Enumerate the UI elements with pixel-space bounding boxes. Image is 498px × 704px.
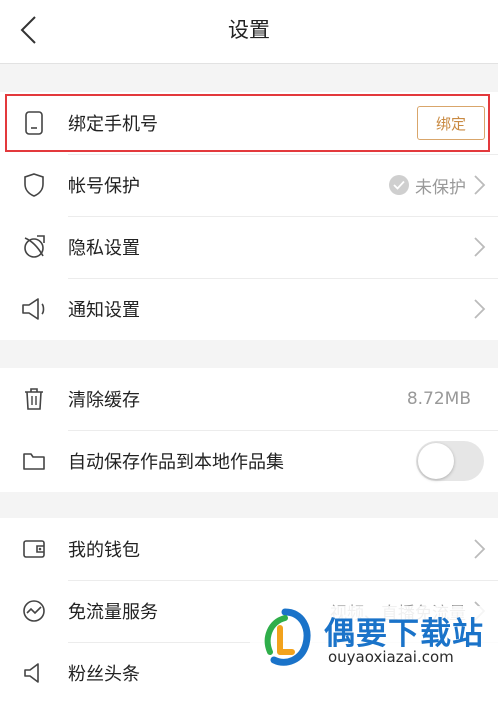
row-label: 免流量服务 [68, 602, 158, 623]
row-label: 粉丝头条 [68, 664, 140, 685]
speaker-icon [19, 294, 49, 324]
check-circle-icon [389, 175, 409, 195]
traffic-icon [19, 596, 49, 626]
protection-status: 未保护 [415, 177, 466, 198]
row-label: 隐私设置 [68, 238, 140, 259]
row-account-protection[interactable]: 帐号保护 未保护 [0, 154, 498, 216]
wallet-icon [19, 534, 49, 564]
settings-group-storage: 清除缓存 8.72MB 自动保存作品到本地作品集 [0, 368, 498, 492]
phone-icon [19, 108, 49, 138]
settings-group-account: 绑定手机号 绑定 帐号保护 未保护 隐私设置 通知设置 [0, 92, 498, 340]
row-fans-headline[interactable]: 粉丝头条 [0, 642, 498, 704]
row-label: 自动保存作品到本地作品集 [68, 452, 284, 473]
privacy-icon [19, 232, 49, 262]
row-label: 清除缓存 [68, 390, 140, 411]
row-bind-phone[interactable]: 绑定手机号 绑定 [0, 92, 498, 154]
row-wallet[interactable]: 我的钱包 [0, 518, 498, 580]
folder-icon [19, 446, 49, 476]
row-label: 通知设置 [68, 300, 140, 321]
chevron-right-icon [474, 299, 486, 319]
row-label: 我的钱包 [68, 540, 140, 561]
shield-icon [19, 170, 49, 200]
settings-group-services: 我的钱包 免流量服务 视频、直播免流量 粉丝头条 [0, 518, 498, 704]
row-label: 绑定手机号 [68, 114, 158, 135]
chevron-right-icon [474, 175, 486, 195]
bind-phone-button[interactable]: 绑定 [417, 106, 485, 140]
trash-icon [19, 384, 49, 414]
chevron-right-icon [474, 237, 486, 257]
toggle-knob [418, 443, 454, 479]
auto-save-toggle[interactable] [416, 441, 484, 481]
row-privacy-settings[interactable]: 隐私设置 [0, 216, 498, 278]
row-free-traffic[interactable]: 免流量服务 视频、直播免流量 [0, 580, 498, 642]
row-auto-save[interactable]: 自动保存作品到本地作品集 [0, 430, 498, 492]
chevron-right-icon [474, 601, 486, 621]
back-button[interactable] [10, 10, 46, 50]
page-title: 设置 [228, 18, 270, 42]
row-clear-cache[interactable]: 清除缓存 8.72MB [0, 368, 498, 430]
cache-size: 8.72MB [406, 389, 471, 409]
chevron-right-icon [474, 539, 486, 559]
row-notification-settings[interactable]: 通知设置 [0, 278, 498, 340]
nav-bar: 设置 [0, 0, 498, 64]
row-label: 帐号保护 [68, 176, 140, 197]
megaphone-icon [19, 658, 49, 688]
traffic-service-value: 视频、直播免流量 [330, 603, 466, 624]
chevron-left-icon [20, 16, 36, 44]
